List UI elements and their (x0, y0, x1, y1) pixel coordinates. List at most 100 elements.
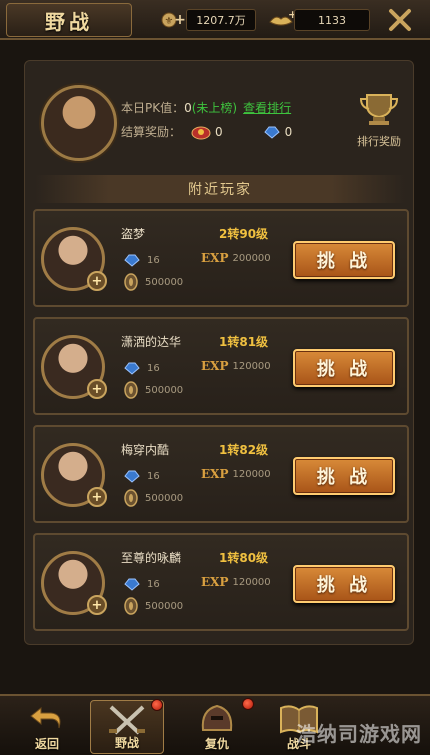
gem-icon (124, 254, 140, 267)
treasure-icon (191, 126, 211, 139)
add-friend-icon[interactable]: + (87, 487, 107, 507)
watermark: 浩纳司游戏网 (296, 722, 422, 746)
gem-stat: 16 (123, 469, 160, 483)
svg-text:+: + (174, 12, 185, 28)
player-card: + 梅穿内酷 1转82级 16 EXP 120000 500000 挑 战 (33, 425, 409, 523)
reward-label: 结算奖励： (121, 125, 182, 139)
exp-value: 200000 (232, 252, 271, 264)
gem-value: 16 (147, 254, 160, 266)
gem-stat: 16 (123, 253, 160, 267)
nav-back[interactable]: 返回 (10, 700, 84, 754)
section-header: 附近玩家 (35, 175, 405, 203)
player-level: 1转80级 (219, 551, 269, 565)
gem-stat: 16 (123, 361, 160, 375)
nav-back-label: 返回 (34, 737, 59, 751)
exp-tag: EXP (201, 575, 229, 589)
challenge-label: 挑 战 (316, 251, 372, 272)
exp-value: 120000 (232, 576, 271, 588)
challenge-label: 挑 战 (316, 359, 372, 380)
gem-value: 16 (147, 578, 160, 590)
add-friend-icon[interactable]: + (87, 595, 107, 615)
add-yuanbao-icon[interactable]: + (268, 8, 294, 32)
player-info: 本日PK值： 0 (未上榜) 查看排行 结算奖励： 0 0 排行奖励 (25, 61, 415, 181)
gold-value: 1207.7万 (186, 9, 256, 31)
section-title: 附近玩家 (188, 182, 252, 198)
exp-tag: EXP (201, 467, 229, 481)
gem-icon (263, 126, 280, 139)
reward-a-value: 0 (215, 124, 223, 139)
player-name: 盗梦 (121, 227, 146, 241)
pk-label: 本日PK值： (121, 101, 185, 115)
rank-reward-label: 排行奖励 (357, 135, 401, 148)
top-bar: 野战 ⚜ + 1207.7万 + 1133 (0, 0, 430, 40)
crossed-swords-icon (109, 705, 145, 735)
reward-a: 0 (191, 124, 223, 140)
gold-resource: ⚜ + 1207.7万 (160, 8, 256, 32)
nav-revenge-label: 复仇 (204, 737, 229, 751)
player-name: 梅穿内酷 (121, 443, 170, 457)
coin-icon (124, 381, 138, 399)
exp-stat: EXP 120000 (201, 467, 271, 481)
coin-stat: 500000 (123, 597, 183, 615)
coin-value: 500000 (145, 492, 184, 504)
exp-stat: EXP 120000 (201, 359, 271, 373)
coin-value: 500000 (145, 276, 184, 288)
add-friend-icon[interactable]: + (87, 379, 107, 399)
helmet-icon (201, 704, 233, 731)
my-avatar (41, 85, 117, 161)
player-level: 1转82级 (219, 443, 269, 457)
coin-stat: 500000 (123, 489, 183, 507)
challenge-label: 挑 战 (316, 467, 372, 488)
rank-reward-button[interactable]: 排行奖励 (351, 91, 407, 149)
coin-value: 500000 (145, 600, 184, 612)
player-card: + 潇洒的达华 1转81级 16 EXP 120000 500000 挑 战 (33, 317, 409, 415)
main-panel: 本日PK值： 0 (未上榜) 查看排行 结算奖励： 0 0 排行奖励 附近玩家 … (24, 60, 414, 645)
coin-icon (124, 597, 138, 615)
notification-dot (242, 698, 254, 710)
title-plate: 野战 (6, 3, 132, 37)
gem-value: 16 (147, 362, 160, 374)
challenge-label: 挑 战 (316, 575, 372, 596)
coin-value: 500000 (145, 384, 184, 396)
reward-b-value: 0 (284, 124, 293, 139)
player-card: + 至尊的咏麟 1转80级 16 EXP 120000 500000 挑 战 (33, 533, 409, 631)
nav-field[interactable]: 野战 (90, 699, 164, 754)
coin-icon (124, 489, 138, 507)
yuanbao-value: 1133 (294, 9, 370, 31)
player-level: 1转81级 (219, 335, 269, 349)
nav-field-label: 野战 (114, 736, 139, 750)
nav-revenge[interactable]: 复仇 (180, 698, 254, 754)
exp-tag: EXP (201, 359, 229, 373)
trophy-icon (359, 94, 399, 125)
view-rank-link[interactable]: 查看排行 (243, 99, 291, 116)
gem-icon (124, 470, 140, 483)
add-gold-icon[interactable]: ⚜ + (160, 8, 186, 32)
pk-status: (未上榜) (191, 101, 238, 115)
exp-tag: EXP (201, 251, 229, 265)
reward-b: 0 (263, 124, 293, 140)
challenge-button[interactable]: 挑 战 (293, 565, 395, 603)
player-level: 2转90级 (219, 227, 269, 241)
player-card: + 盗梦 2转90级 16 EXP 200000 500000 挑 战 (33, 209, 409, 307)
add-friend-icon[interactable]: + (87, 271, 107, 291)
exp-stat: EXP 120000 (201, 575, 271, 589)
coin-icon (124, 273, 138, 291)
reward-row: 结算奖励： 0 0 (121, 123, 292, 140)
player-name: 潇洒的达华 (121, 335, 182, 349)
challenge-button[interactable]: 挑 战 (293, 457, 395, 495)
page-title: 野战 (45, 9, 93, 34)
yuanbao-resource: + 1133 (268, 8, 370, 32)
pk-row: 本日PK值： 0 (未上榜) 查看排行 (121, 99, 291, 116)
coin-stat: 500000 (123, 273, 183, 291)
exp-stat: EXP 200000 (201, 251, 271, 265)
gem-value: 16 (147, 470, 160, 482)
back-arrow-icon (30, 706, 61, 729)
exp-value: 120000 (232, 468, 271, 480)
coin-stat: 500000 (123, 381, 183, 399)
challenge-button[interactable]: 挑 战 (293, 241, 395, 279)
player-name: 至尊的咏麟 (121, 551, 182, 565)
pk-value: 0 (184, 100, 192, 115)
gem-stat: 16 (123, 577, 160, 591)
close-button[interactable] (383, 4, 417, 36)
challenge-button[interactable]: 挑 战 (293, 349, 395, 387)
